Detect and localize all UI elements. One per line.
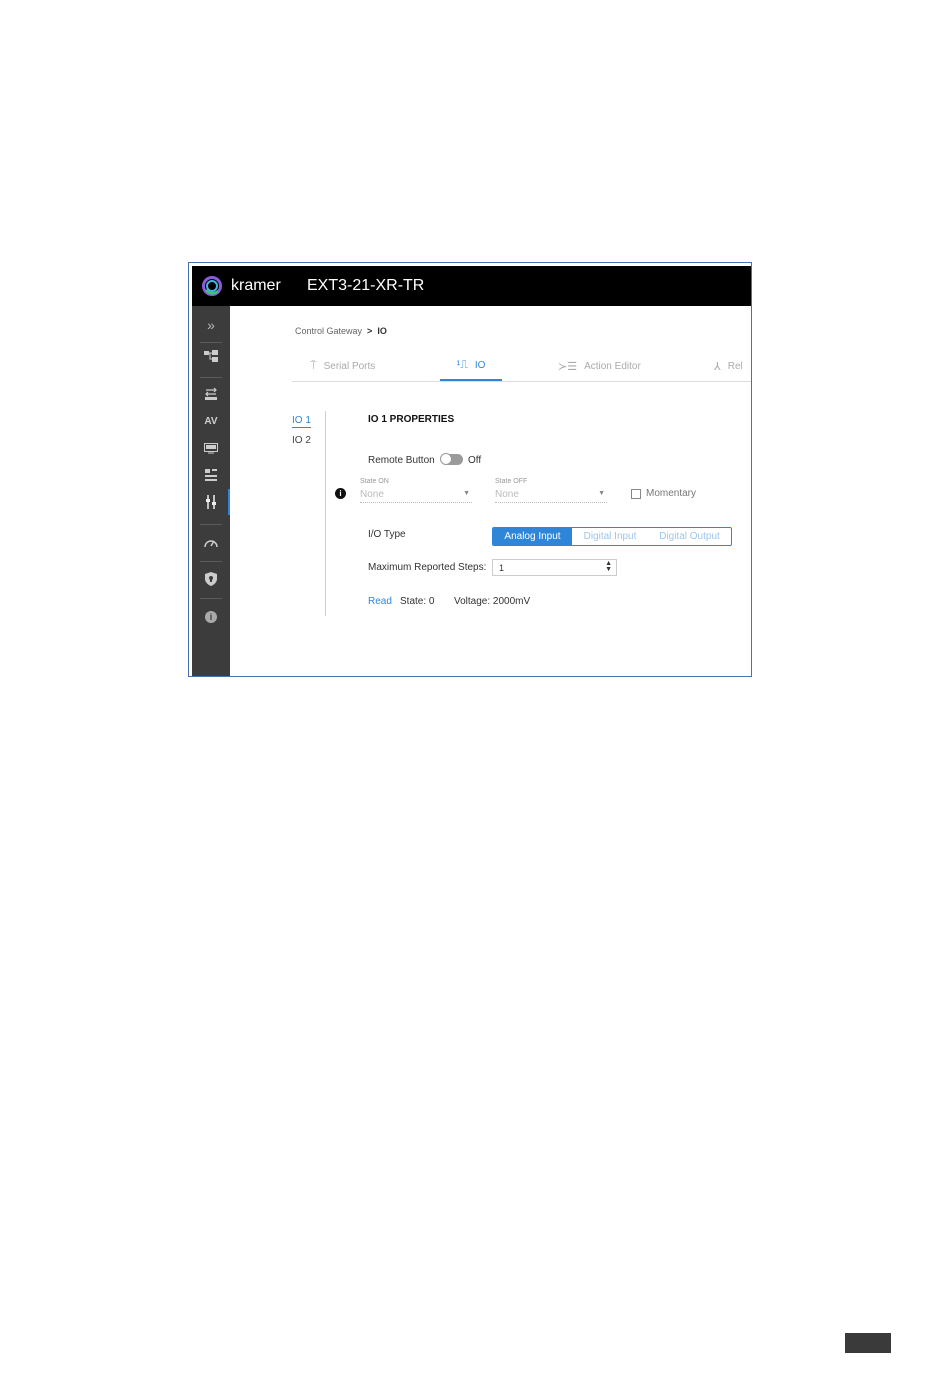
breadcrumb: Control Gateway > IO [295, 326, 387, 336]
spinner-arrows-icon[interactable]: ▲ ▼ [605, 560, 612, 573]
control-gateway-icon[interactable] [192, 489, 230, 515]
sidebar-divider [200, 524, 222, 525]
max-steps-value: 1 [499, 563, 505, 573]
av-icon[interactable]: AV [192, 408, 230, 434]
remote-button-toggle[interactable] [440, 453, 463, 465]
page-number-box [845, 1333, 891, 1353]
remote-button-label: Remote Button [368, 455, 435, 466]
io-list-item-1[interactable]: IO 1 [292, 415, 311, 428]
tab-serial-ports[interactable]: ⍑ Serial Ports [310, 351, 375, 381]
network-icon[interactable] [192, 343, 230, 369]
info-icon[interactable]: i [192, 604, 230, 630]
read-link[interactable]: Read [368, 596, 392, 607]
io-list: IO 1 IO 2 [292, 411, 326, 616]
top-bar: kramer EXT3-21-XR-TR [192, 266, 751, 306]
max-steps-stepper[interactable]: 1 ▲ ▼ [492, 559, 617, 576]
relay-icon: ⅄ [714, 360, 721, 373]
io-type-digital-output[interactable]: Digital Output [648, 528, 731, 545]
breadcrumb-parent[interactable]: Control Gateway [295, 326, 362, 336]
state-on-value: None [360, 489, 384, 500]
screenshot-frame: kramer EXT3-21-XR-TR » AV i Control Gate… [188, 262, 752, 677]
io-type-label: I/O Type [368, 529, 406, 540]
io-type-digital-input[interactable]: Digital Input [572, 528, 648, 545]
brand-name: kramer [231, 277, 281, 294]
state-on-select[interactable]: State ON None ▼ [360, 478, 472, 503]
tab-relay[interactable]: ⅄ Rel [714, 351, 743, 381]
sidebar-divider [200, 598, 222, 599]
routing-icon[interactable] [192, 462, 230, 488]
io-icon: ¹⎍ [456, 358, 468, 371]
io-type-analog-input[interactable]: Analog Input [493, 528, 572, 545]
caret-down-icon: ▼ [463, 490, 470, 497]
kramer-logo-icon [202, 276, 222, 296]
properties-title: IO 1 PROPERTIES [368, 414, 455, 425]
caret-down-icon: ▼ [598, 490, 605, 497]
device-name: EXT3-21-XR-TR [307, 277, 425, 294]
serial-port-icon: ⍑ [310, 359, 317, 372]
state-readout: State: 0 [400, 596, 435, 607]
sidebar: » AV i [192, 306, 230, 676]
sidebar-divider [200, 561, 222, 562]
voltage-readout: Voltage: 2000mV [454, 596, 531, 607]
io-list-item-2[interactable]: IO 2 [292, 435, 311, 446]
info-icon[interactable]: i [335, 488, 346, 499]
state-off-select[interactable]: State OFF None ▼ [495, 478, 607, 503]
state-off-label: State OFF [495, 478, 528, 485]
security-shield-icon[interactable] [192, 566, 230, 592]
sidebar-divider [200, 377, 222, 378]
momentary-checkbox[interactable] [631, 489, 641, 499]
edid-icon[interactable] [192, 435, 230, 461]
double-chevron-right-icon[interactable]: » [192, 312, 230, 338]
auto-switch-icon[interactable] [192, 381, 230, 407]
max-steps-label: Maximum Reported Steps: [368, 562, 487, 573]
tab-action-editor[interactable]: ≻☰ Action Editor [558, 351, 641, 381]
main-content: Control Gateway > IO ⍑ Serial Ports ¹⎍ I… [230, 306, 751, 676]
state-on-label: State ON [360, 478, 389, 485]
breadcrumb-separator: > [367, 326, 373, 336]
toggle-knob [440, 453, 452, 465]
dashboard-icon[interactable] [192, 529, 230, 555]
state-off-value: None [495, 489, 519, 500]
tab-bar: ⍑ Serial Ports ¹⎍ IO ≻☰ Action Editor ⅄ … [292, 351, 751, 382]
momentary-label: Momentary [646, 488, 697, 499]
io-type-segmented-control: Analog Input Digital Input Digital Outpu… [492, 527, 732, 546]
remote-button-state: Off [468, 455, 482, 466]
action-editor-icon: ≻☰ [558, 360, 578, 373]
tab-io[interactable]: ¹⎍ IO [440, 351, 502, 381]
breadcrumb-current: IO [377, 326, 387, 336]
